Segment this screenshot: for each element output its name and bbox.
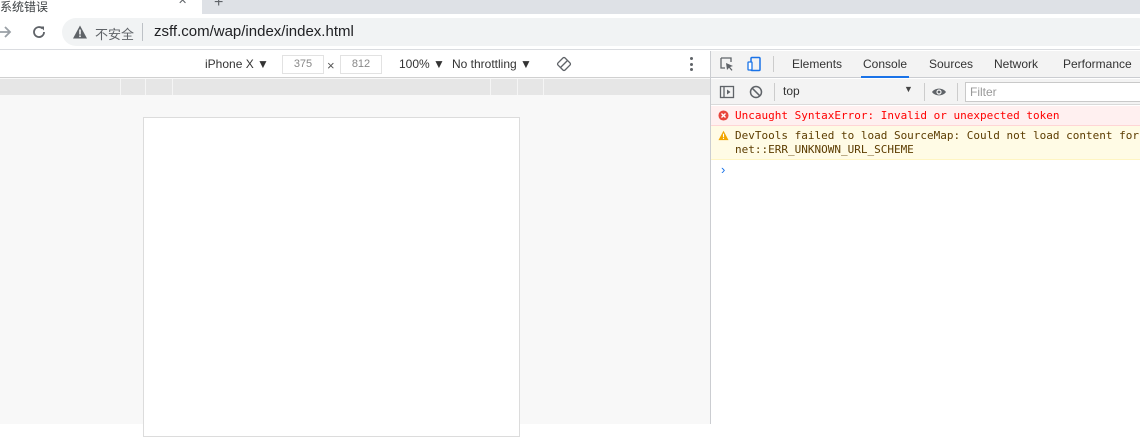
context-select[interactable]: top: [783, 84, 915, 98]
warning-line-1: DevTools failed to load SourceMap: Could…: [735, 129, 1139, 142]
media-divider: [517, 79, 518, 95]
chevron-down-icon[interactable]: ▼: [904, 84, 913, 94]
media-divider: [543, 79, 544, 95]
reload-svg: [33, 26, 45, 38]
tabbar-divider: [773, 56, 774, 72]
console-warning-message[interactable]: DevTools failed to load SourceMap: Could…: [711, 126, 1140, 160]
media-divider: [145, 79, 146, 95]
error-text: Uncaught SyntaxError: Invalid or unexpec…: [735, 109, 1060, 122]
warning-line-2: net::ERR_UNKNOWN_URL_SCHEME: [735, 143, 914, 156]
sidebar-toggle-icon[interactable]: [719, 84, 735, 100]
filter-input[interactable]: [965, 82, 1140, 102]
console-toolbar: top ▼: [711, 79, 1140, 105]
console-bar-divider: [774, 83, 775, 101]
device-toolbar: iPhone X ▼ 375 × 812 100% ▼ No throttlin…: [0, 51, 710, 78]
address-bar[interactable]: 不安全 zsff.com/wap/index/index.html: [62, 18, 1140, 46]
device-toggle-icon[interactable]: [747, 56, 763, 72]
console-messages: Uncaught SyntaxError: Invalid or unexpec…: [711, 106, 1140, 180]
reload-icon[interactable]: [28, 21, 50, 43]
console-bar-divider: [957, 83, 958, 101]
inspect-element-icon[interactable]: [719, 56, 735, 72]
dimension-times: ×: [327, 58, 335, 73]
prompt-chevron-icon: ›: [721, 162, 726, 177]
width-input[interactable]: 375: [282, 55, 324, 74]
tab-title: 系统错误: [0, 0, 49, 14]
tab-elements[interactable]: Elements: [790, 51, 844, 78]
media-divider: [120, 79, 121, 95]
devtools-panel: Elements Console Sources Network Perform…: [710, 51, 1140, 424]
more-options-icon[interactable]: [688, 55, 694, 73]
device-emulation-pane: iPhone X ▼ 375 × 812 100% ▼ No throttlin…: [0, 51, 710, 437]
browser-tab[interactable]: 系统错误 ✕: [0, 0, 202, 14]
eye-icon[interactable]: [931, 84, 947, 100]
tab-console[interactable]: Console: [861, 51, 910, 78]
device-viewport[interactable]: [143, 117, 520, 437]
console-bar-divider: [924, 83, 925, 101]
forward-icon[interactable]: [0, 21, 16, 43]
rotate-icon[interactable]: [556, 56, 572, 72]
security-label[interactable]: 不安全: [95, 24, 134, 43]
console-error-message[interactable]: Uncaught SyntaxError: Invalid or unexpec…: [711, 106, 1140, 126]
url-text[interactable]: zsff.com/wap/index/index.html: [154, 23, 354, 40]
close-icon[interactable]: ✕: [178, 0, 187, 7]
error-icon: [718, 110, 729, 121]
warning-triangle-icon: [718, 130, 729, 141]
browser-toolbar: 不安全 zsff.com/wap/index/index.html: [0, 14, 1140, 50]
tab-performance[interactable]: Performance: [1061, 51, 1134, 78]
throttling-select[interactable]: No throttling ▼: [452, 57, 532, 71]
warning-icon[interactable]: [72, 24, 88, 40]
zoom-select[interactable]: 100% ▼: [399, 57, 445, 71]
devtools-tabbar: Elements Console Sources Network Perform…: [711, 51, 1140, 78]
media-divider: [490, 79, 491, 95]
media-divider: [172, 79, 173, 95]
height-input[interactable]: 812: [340, 55, 382, 74]
tab-sources[interactable]: Sources: [927, 51, 975, 78]
forward-arrow-svg: [0, 26, 12, 38]
media-query-bar[interactable]: [0, 79, 710, 95]
device-select[interactable]: iPhone X ▼: [205, 57, 269, 71]
new-tab-icon[interactable]: +: [214, 0, 223, 12]
tab-strip: 系统错误 ✕ +: [0, 0, 1140, 14]
clear-console-icon[interactable]: [748, 84, 764, 100]
console-prompt-row[interactable]: ›: [711, 160, 1140, 180]
tab-network[interactable]: Network: [992, 51, 1040, 78]
omnibox-divider: [142, 23, 143, 41]
